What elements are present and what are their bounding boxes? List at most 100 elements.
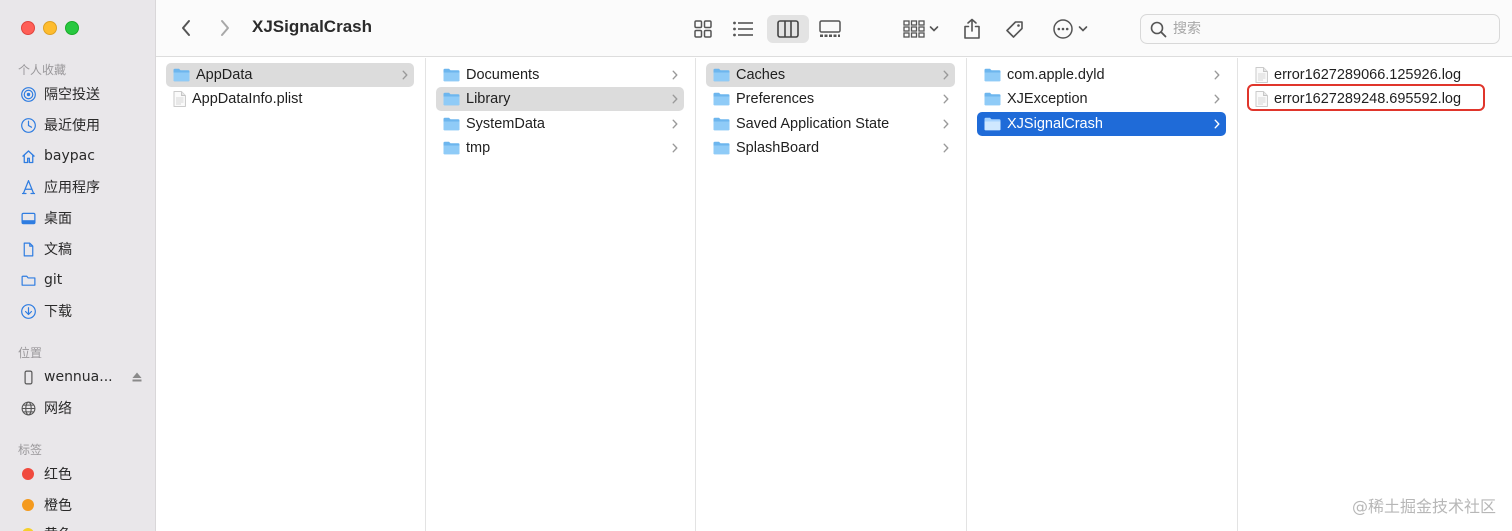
tag-icon <box>1006 21 1023 38</box>
folder-icon <box>173 68 190 82</box>
group-by-button[interactable] <box>900 15 942 43</box>
folder-row[interactable]: Saved Application State <box>706 112 955 136</box>
item-name: Caches <box>736 67 786 83</box>
sidebar-item-label: 红色 <box>44 467 72 483</box>
item-name: XJException <box>1007 91 1088 108</box>
browser-column[interactable]: Documents Library SystemData tmp <box>426 58 696 531</box>
zoom-window-button[interactable] <box>65 21 79 35</box>
airdrop-icon <box>18 84 38 104</box>
tag-button[interactable] <box>1001 15 1029 43</box>
search-icon <box>1150 21 1167 37</box>
sidebar-item-label: 隔空投送 <box>44 87 100 103</box>
sidebar-item-home[interactable]: baypac <box>18 144 143 168</box>
chevron-right-icon <box>1214 119 1220 129</box>
sidebar-item-label: 黄色 <box>44 524 72 531</box>
sidebar-item-device[interactable]: wennua... <box>18 365 143 389</box>
folder-row[interactable]: SystemData <box>436 112 684 136</box>
sidebar-item-label: wennua... <box>44 369 113 385</box>
share-button[interactable] <box>960 15 984 43</box>
item-name: error1627289066.125926.log <box>1274 67 1462 83</box>
chevron-left-icon <box>182 20 190 36</box>
download-icon <box>18 301 38 321</box>
minimize-window-button[interactable] <box>43 21 57 35</box>
file-row[interactable]: AppDataInfo.plist <box>166 87 414 111</box>
item-name: Documents <box>466 67 540 83</box>
back-button[interactable] <box>174 16 198 40</box>
sidebar-item-desktop[interactable]: 桌面 <box>18 206 143 230</box>
window-controls <box>21 21 79 35</box>
forward-button[interactable] <box>213 16 237 40</box>
item-name: AppData <box>196 67 253 83</box>
browser-column[interactable]: Caches Preferences Saved Application State… <box>696 58 967 531</box>
browser-column[interactable]: error1627289066.125926.log error162728924… <box>1238 58 1512 531</box>
file-icon <box>1255 91 1268 108</box>
folder-icon <box>984 92 1001 106</box>
chevron-right-icon <box>943 94 949 104</box>
gallery-view-button[interactable] <box>814 15 846 43</box>
folder-row[interactable]: Caches <box>706 63 955 87</box>
folder-row[interactable]: XJSignalCrash <box>977 111 1226 136</box>
browser-column[interactable]: AppData AppDataInfo.plist <box>156 58 426 531</box>
browser-column[interactable]: com.apple.dyld XJException XJSignalCrash <box>967 58 1238 531</box>
file-row[interactable]: error1627289248.695592.log <box>1248 87 1493 111</box>
folder-icon <box>443 68 460 82</box>
applications-icon <box>18 177 38 197</box>
close-window-button[interactable] <box>21 21 35 35</box>
chevron-right-icon <box>1214 70 1220 80</box>
columns-icon <box>776 20 799 38</box>
file-icon <box>1255 67 1268 83</box>
sidebar-item-applications[interactable]: 应用程序 <box>18 175 143 199</box>
folder-row[interactable]: SplashBoard <box>706 136 955 160</box>
locations-header: 位置 <box>18 346 43 360</box>
sidebar-item-airdrop[interactable]: 隔空投送 <box>18 82 143 106</box>
chevron-right-icon <box>402 70 408 80</box>
clock-icon <box>18 115 38 135</box>
sidebar-item-downloads[interactable]: 下载 <box>18 299 143 323</box>
red-tag-dot-icon <box>22 468 34 480</box>
sidebar-item-label: git <box>44 272 63 288</box>
icon-view-button[interactable] <box>688 15 718 43</box>
favorites-header: 个人收藏 <box>18 63 67 77</box>
eject-icon[interactable] <box>131 371 143 383</box>
search-input[interactable] <box>1173 21 1473 37</box>
chevron-right-icon <box>672 70 678 80</box>
column-browser: AppData AppDataInfo.plist Documents Library… <box>156 58 1512 531</box>
item-name: tmp <box>466 139 491 156</box>
folder-row[interactable]: tmp <box>436 136 684 160</box>
folder-row[interactable]: XJException <box>977 87 1226 111</box>
search-field[interactable] <box>1140 14 1500 44</box>
more-actions-button[interactable] <box>1048 15 1092 43</box>
folder-row[interactable]: com.apple.dyld <box>977 63 1226 87</box>
sidebar-item-tag-orange[interactable]: 橙色 <box>18 493 143 517</box>
sidebar-item-git[interactable]: git <box>18 268 143 292</box>
sidebar-item-recents[interactable]: 最近使用 <box>18 113 143 137</box>
sidebar-item-documents[interactable]: 文稿 <box>18 237 143 261</box>
watermark: @稀土掘金技术社区 <box>1351 497 1496 516</box>
chevron-down-icon <box>929 26 939 32</box>
sidebar-item-label: 桌面 <box>44 211 72 227</box>
folder-icon <box>443 141 460 155</box>
network-icon <box>18 398 38 418</box>
item-name: error1627289248.695592.log <box>1274 91 1462 108</box>
phone-icon <box>18 367 38 387</box>
tags-header: 标签 <box>18 443 43 457</box>
sidebar-item-label: baypac <box>44 148 95 164</box>
item-name: SplashBoard <box>736 139 820 156</box>
folder-row[interactable]: Documents <box>436 63 684 87</box>
column-view-button[interactable] <box>766 15 809 43</box>
folder-row[interactable]: Library <box>436 87 684 112</box>
window-title: XJSignalCrash <box>252 17 372 36</box>
folder-row[interactable]: AppData <box>166 63 414 87</box>
folder-row[interactable]: Preferences <box>706 87 955 111</box>
item-name: Saved Application State <box>736 115 890 132</box>
item-name: AppDataInfo.plist <box>192 91 303 108</box>
item-name: Library <box>466 91 511 108</box>
list-view-button[interactable] <box>728 15 758 43</box>
file-icon <box>173 91 186 108</box>
sidebar-item-tag-yellow[interactable]: 黄色 <box>18 522 143 531</box>
sidebar-item-network[interactable]: 网络 <box>18 396 143 420</box>
sidebar-item-tag-red[interactable]: 红色 <box>18 462 143 486</box>
sidebar-item-label: 橙色 <box>44 498 72 514</box>
chevron-right-icon <box>221 20 229 36</box>
sidebar-item-label: 下载 <box>44 304 72 320</box>
